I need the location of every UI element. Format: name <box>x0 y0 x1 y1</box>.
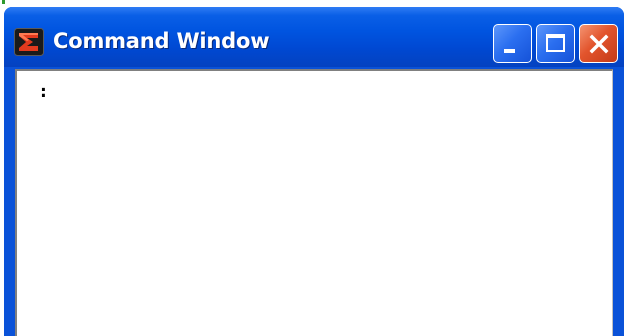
window-title: Command Window <box>53 29 270 53</box>
console-area[interactable]: : <box>15 69 613 336</box>
minimize-button[interactable] <box>493 24 532 63</box>
sigma-app-icon <box>14 28 44 56</box>
command-prompt: : <box>38 81 49 102</box>
maximize-icon <box>546 34 565 52</box>
minimize-icon <box>504 49 515 53</box>
title-bar[interactable]: Command Window <box>4 7 624 67</box>
corner-mark <box>2 0 5 4</box>
close-button[interactable] <box>579 24 618 63</box>
command-window: Command Window : <box>4 7 624 336</box>
close-icon <box>589 34 609 54</box>
maximize-button[interactable] <box>536 24 575 63</box>
